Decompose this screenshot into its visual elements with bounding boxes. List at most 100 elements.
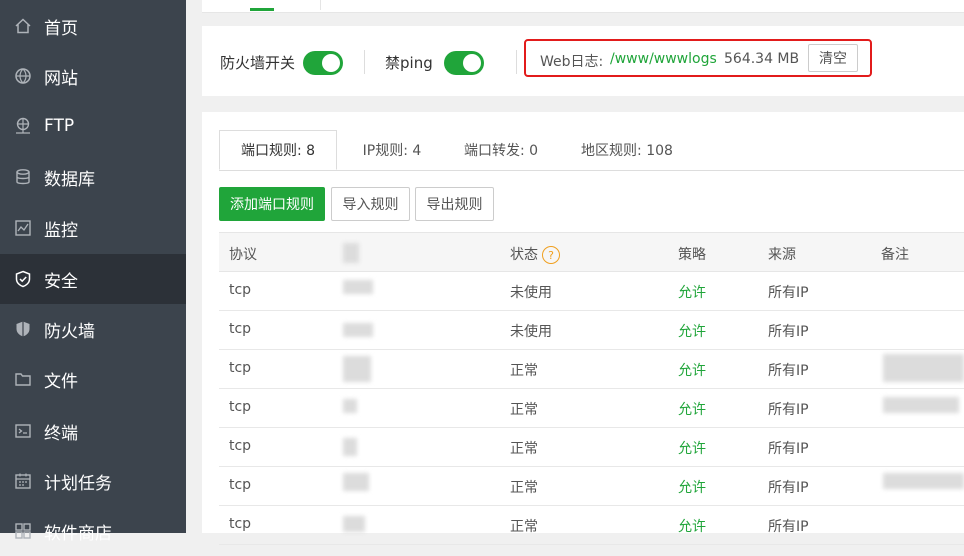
cell-source: 所有IP — [768, 324, 809, 340]
redacted-cell — [343, 323, 373, 337]
tab-ip-rules[interactable]: IP规则: 4 — [347, 130, 437, 170]
sidebar-item-label: 首页 — [44, 18, 78, 39]
cell-protocol: tcp — [229, 282, 252, 298]
table-row[interactable]: tcp 未使用 允许 所有IP — [219, 272, 964, 311]
cell-source: 所有IP — [768, 441, 809, 457]
sidebar-item-label: FTP — [44, 116, 75, 136]
sidebar-item-monitor[interactable]: 监控 — [0, 203, 186, 253]
table-row[interactable]: tcp 正常 允许 所有IP — [219, 506, 964, 545]
store-icon — [14, 522, 32, 540]
cell-policy: 允许 — [678, 285, 706, 301]
clear-log-button[interactable]: 清空 — [808, 44, 858, 72]
redacted-cell — [343, 356, 371, 382]
header-status: 状态? — [510, 244, 560, 264]
sidebar-item-terminal[interactable]: 终端 — [0, 406, 186, 456]
cell-status: 正常 — [510, 402, 538, 418]
sidebar-item-label: 终端 — [44, 423, 78, 444]
sidebar-item-home[interactable]: 首页 — [0, 1, 186, 51]
header-remark: 备注 — [881, 247, 909, 263]
redacted-cell — [883, 354, 964, 382]
sidebar-item-label: 文件 — [44, 371, 78, 392]
tab-divider — [320, 0, 321, 10]
monitor-icon — [14, 219, 32, 237]
table-row[interactable]: tcp 正常 允许 所有IP — [219, 467, 964, 506]
sidebar-item-label: 软件商店 — [44, 523, 112, 544]
sidebar-item-label: 网站 — [44, 68, 78, 89]
toggle-panel: 防火墙开关 禁ping Web日志: /www/wwwlogs 564.34 M… — [202, 26, 964, 96]
export-rules-button[interactable]: 导出规则 — [415, 187, 494, 221]
sidebar-item-websites[interactable]: 网站 — [0, 51, 186, 101]
weblog-size: 564.34 MB — [724, 51, 800, 67]
switch-knob — [463, 54, 481, 72]
header-policy: 策略 — [678, 247, 706, 263]
cell-protocol: tcp — [229, 477, 252, 493]
weblog-label: Web日志: — [540, 54, 604, 70]
database-icon — [14, 168, 32, 186]
folder-icon — [14, 370, 32, 388]
redacted-cell — [343, 280, 373, 294]
rules-panel: 端口规则: 8 IP规则: 4 端口转发: 0 地区规则: 108 添加端口规则… — [202, 112, 964, 545]
sidebar: 首页 网站 FTP 数据库 监控 安全 防火墙 文件 终端 计划任务 软件商店 — [0, 0, 186, 544]
terminal-icon — [14, 422, 32, 440]
cell-status: 未使用 — [510, 324, 552, 340]
sidebar-item-label: 数据库 — [44, 169, 95, 190]
cell-source: 所有IP — [768, 519, 809, 535]
cell-status: 正常 — [510, 441, 538, 457]
firewall-icon — [14, 320, 32, 338]
table-row[interactable]: tcp 正常 允许 所有IP — [219, 389, 964, 428]
cell-status: 正常 — [510, 363, 538, 379]
sidebar-item-security[interactable]: 安全 — [0, 254, 186, 304]
tab-port-rules[interactable]: 端口规则: 8 — [219, 130, 337, 170]
weblog-path-link[interactable]: /www/wwwlogs — [610, 51, 717, 67]
sidebar-item-firewall[interactable]: 防火墙 — [0, 304, 186, 354]
header-protocol: 协议 — [229, 247, 257, 263]
cell-status: 正常 — [510, 519, 538, 535]
header-source: 来源 — [768, 247, 796, 263]
globe-icon — [14, 67, 32, 85]
cell-policy: 允许 — [678, 480, 706, 496]
cell-protocol: tcp — [229, 438, 252, 454]
help-icon[interactable]: ? — [542, 246, 560, 264]
cell-source: 所有IP — [768, 402, 809, 418]
ftp-icon — [14, 117, 32, 135]
redacted-cell — [883, 473, 964, 489]
cell-policy: 允许 — [678, 324, 706, 340]
cell-source: 所有IP — [768, 363, 809, 379]
shield-icon — [14, 270, 32, 288]
tab-region-rules[interactable]: 地区规则: 108 — [571, 130, 683, 170]
redacted-cell — [343, 473, 369, 491]
table-row[interactable]: tcp 正常 允许 所有IP — [219, 428, 964, 467]
sidebar-item-label: 计划任务 — [44, 473, 112, 494]
firewall-switch[interactable] — [303, 51, 343, 75]
sidebar-item-files[interactable]: 文件 — [0, 354, 186, 404]
table-row[interactable]: tcp 正常 允许 所有IP — [219, 350, 964, 389]
cell-protocol: tcp — [229, 360, 252, 376]
home-icon — [14, 17, 32, 35]
redacted-cell — [883, 397, 959, 413]
redacted-cell — [343, 516, 365, 532]
rule-tabs: 端口规则: 8 IP规则: 4 端口转发: 0 地区规则: 108 — [219, 130, 964, 171]
cell-policy: 允许 — [678, 441, 706, 457]
table-row[interactable]: tcp 未使用 允许 所有IP — [219, 311, 964, 350]
divider — [516, 50, 517, 74]
cell-protocol: tcp — [229, 321, 252, 337]
import-rules-button[interactable]: 导入规则 — [331, 187, 410, 221]
redacted-cell — [343, 438, 357, 456]
cell-protocol: tcp — [229, 516, 252, 532]
redacted-cell — [343, 399, 357, 413]
sidebar-item-label: 安全 — [44, 271, 78, 292]
sidebar-item-store[interactable]: 软件商店 — [0, 506, 186, 556]
sidebar-item-cron[interactable]: 计划任务 — [0, 456, 186, 506]
sidebar-item-ftp[interactable]: FTP — [0, 101, 186, 151]
sidebar-item-label: 监控 — [44, 220, 78, 241]
sidebar-item-database[interactable]: 数据库 — [0, 152, 186, 202]
header-status-label: 状态 — [510, 247, 538, 263]
cell-protocol: tcp — [229, 399, 252, 415]
ping-switch[interactable] — [444, 51, 484, 75]
tab-port-forward[interactable]: 端口转发: 0 — [451, 130, 551, 170]
add-port-rule-button[interactable]: 添加端口规则 — [219, 187, 325, 221]
table-header: 协议 状态? 策略 来源 备注 — [219, 232, 964, 272]
cell-status: 正常 — [510, 480, 538, 496]
sidebar-item-label: 防火墙 — [44, 321, 95, 342]
weblog-highlight-box: Web日志: /www/wwwlogs 564.34 MB 清空 — [524, 39, 872, 77]
